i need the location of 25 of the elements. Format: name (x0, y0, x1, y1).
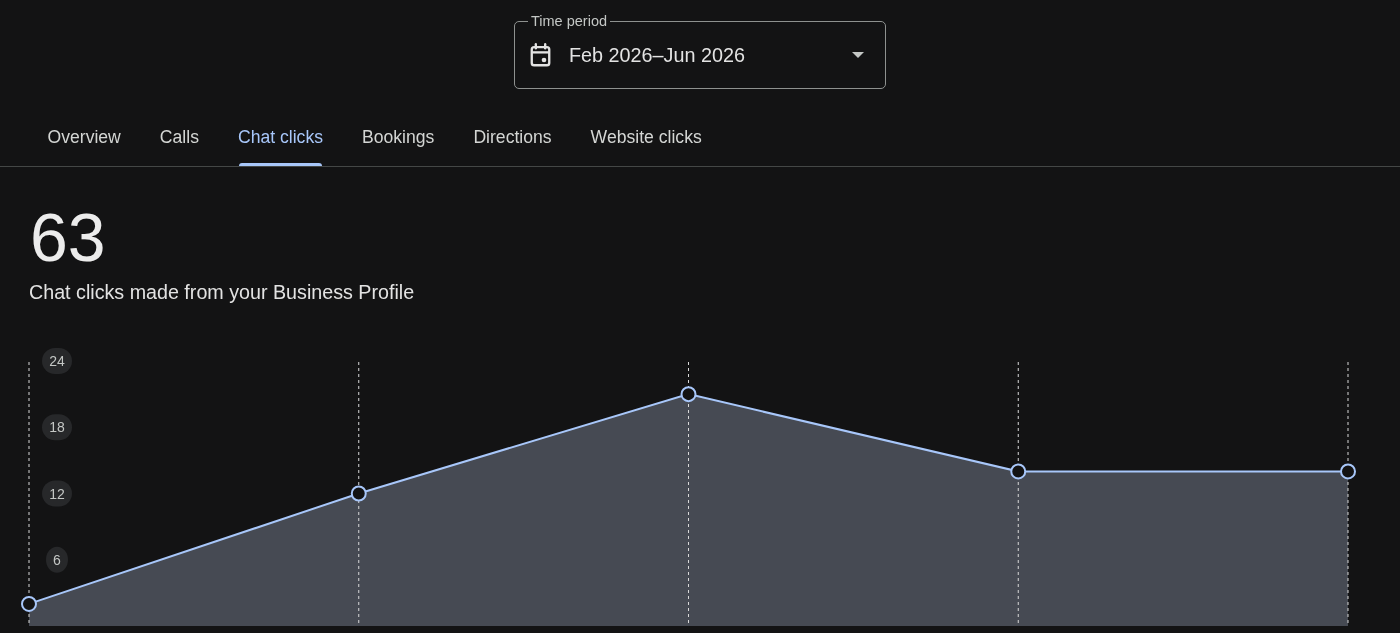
data-point (1340, 463, 1356, 480)
calendar-icon (530, 43, 551, 67)
tab[interactable]: Chat clicks (218, 112, 343, 166)
y-axis-label: 12 (42, 480, 72, 507)
tab[interactable]: Overview (28, 112, 141, 166)
y-axis-label: 6 (46, 546, 68, 573)
field-label: Time period (528, 12, 611, 30)
y-tick-label: 12 (49, 485, 65, 502)
tab[interactable]: Bookings (342, 112, 454, 166)
tab[interactable]: Directions (453, 112, 572, 166)
data-point (21, 595, 37, 612)
tab[interactable]: Calls (140, 112, 219, 166)
metric-description: Chat clicks made from your Business Profile (29, 281, 415, 305)
caret-icon (852, 52, 864, 58)
data-point (1010, 463, 1027, 480)
metric-value: 63 (30, 203, 106, 271)
time-period-dropdown[interactable]: Time period Feb 2026–Jun 2026 (514, 12, 886, 89)
tab[interactable]: Website clicks (571, 112, 722, 166)
y-axis-label: 18 (42, 414, 72, 441)
data-point (680, 386, 697, 403)
y-tick-label: 24 (49, 352, 65, 369)
y-tick-label: 6 (53, 551, 62, 568)
y-tick-label: 18 (49, 419, 65, 436)
y-axis-label: 24 (42, 348, 72, 374)
data-point (350, 485, 367, 502)
